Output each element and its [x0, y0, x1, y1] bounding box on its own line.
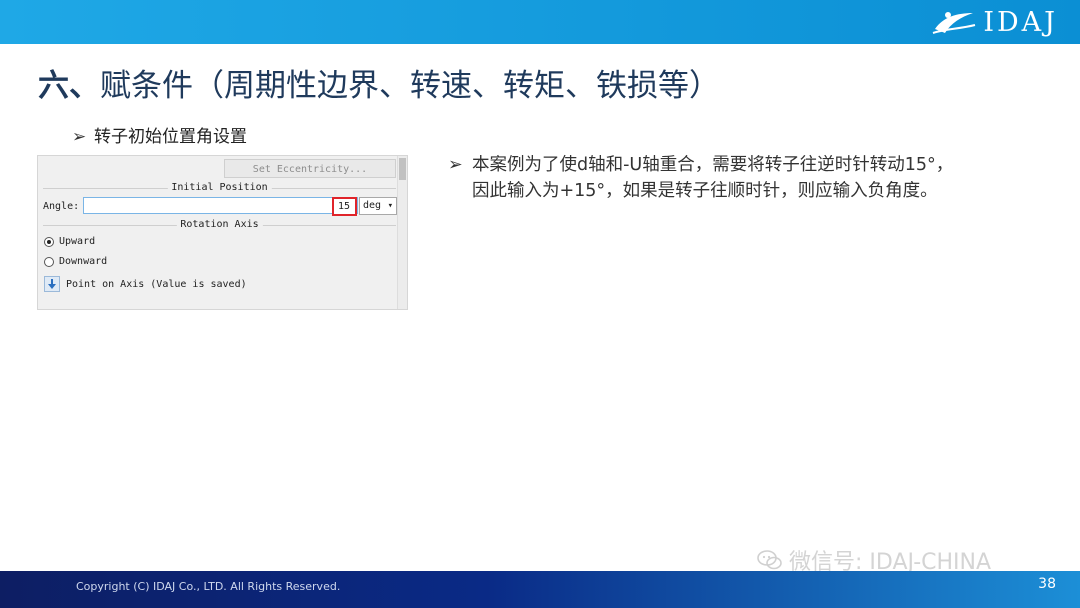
page-number: 38 [1038, 576, 1056, 592]
company-logo: IDAJ [931, 6, 1058, 38]
sub-bullet: ➢ 转子初始位置角设置 [72, 122, 247, 147]
arrow-bullet-icon: ➢ [448, 155, 463, 175]
logo-text: IDAJ [983, 6, 1058, 38]
initial-position-header: Initial Position [43, 182, 396, 194]
copyright-text: Copyright (C) IDAJ Co., LTD. All Rights … [76, 580, 341, 593]
radio-downward[interactable]: Downward [44, 256, 107, 267]
rotation-axis-label: Rotation Axis [176, 219, 263, 230]
angle-unit-select[interactable]: deg ▾ [359, 197, 397, 215]
slide-title: 六、赋条件（周期性边界、转速、转矩、铁损等） [38, 60, 720, 105]
angle-label: Angle: [43, 201, 80, 212]
description-line: 因此输入为+15°，如果是转子往顺时针，则应输入负角度。 [448, 178, 1048, 204]
rotation-axis-header: Rotation Axis [43, 219, 396, 231]
angle-unit-value: deg [363, 200, 382, 211]
sub-bullet-text: 转子初始位置角设置 [94, 127, 247, 147]
description-bullet: ➢ 本案例为了使d轴和-U轴重合，需要将转子往逆时针转动15°， 因此输入为+1… [448, 152, 1048, 204]
description-line: ➢ 本案例为了使d轴和-U轴重合，需要将转子往逆时针转动15°， [448, 152, 1048, 178]
title-number: 六、 [38, 68, 100, 104]
initial-position-label: Initial Position [167, 182, 272, 193]
arrow-down-icon [48, 278, 56, 289]
wechat-icon [757, 550, 782, 570]
panel-scrollbar[interactable] [397, 156, 407, 309]
radio-upward[interactable]: Upward [44, 236, 95, 247]
chevron-down-icon: ▾ [387, 201, 393, 211]
radio-selected-icon[interactable] [44, 236, 54, 247]
logo-swoosh-icon [933, 12, 976, 34]
title-text: 赋条件（周期性边界、转速、转矩、铁损等） [100, 68, 720, 104]
description-line-1: 本案例为了使d轴和-U轴重合，需要将转子往逆时针转动15°， [472, 155, 954, 175]
header-bar: IDAJ [0, 0, 1080, 44]
radio-unselected-icon[interactable] [44, 256, 54, 267]
angle-input[interactable] [83, 197, 358, 214]
point-on-axis-label: Point on Axis (Value is saved) [66, 278, 247, 290]
initial-position-panel: Set Eccentricity... Initial Position Ang… [37, 155, 408, 310]
point-on-axis-row: Point on Axis (Value is saved) [44, 276, 247, 292]
radio-downward-label: Downward [59, 256, 108, 267]
angle-value-field[interactable]: 15 [332, 197, 357, 216]
scrollbar-thumb[interactable] [399, 158, 406, 180]
radio-upward-label: Upward [59, 236, 96, 247]
point-on-axis-button[interactable] [44, 276, 60, 292]
set-eccentricity-button[interactable]: Set Eccentricity... [224, 159, 396, 178]
description-line-2: 因此输入为+15°，如果是转子往顺时针，则应输入负角度。 [472, 181, 938, 201]
arrow-bullet-icon: ➢ [72, 127, 87, 147]
